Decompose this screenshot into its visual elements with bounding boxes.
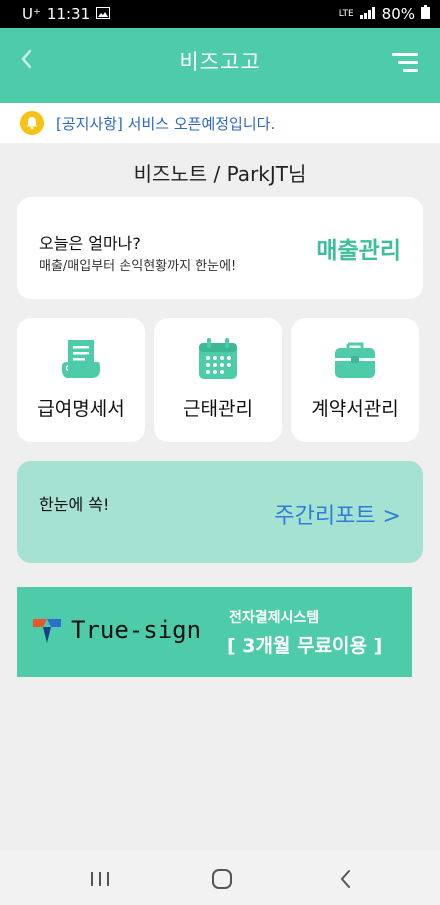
tile-payslip-label: 급여명세서 xyxy=(37,398,125,420)
carrier-label: U⁺ xyxy=(22,5,41,23)
weekly-report-button[interactable]: 주간리포트 > xyxy=(274,498,401,530)
weekly-text: 한눈에 쏙! xyxy=(39,495,110,514)
battery-percent: 80% xyxy=(381,5,415,23)
true-sign-banner[interactable]: True-sign 전자결제시스템 [ 3개월 무료이용 ] xyxy=(17,587,412,677)
hamburger-menu-icon xyxy=(392,53,418,72)
calendar-icon xyxy=(154,336,282,382)
bell-icon xyxy=(20,111,44,135)
sales-management-button[interactable]: 매출관리 xyxy=(316,231,401,265)
clock: 11:31 xyxy=(46,5,91,23)
banner-brand: True-sign xyxy=(71,616,202,644)
sales-subtitle: 매출/매입부터 손익현황까지 한눈에! xyxy=(39,259,237,274)
tile-attendance[interactable]: 근태관리 xyxy=(154,318,282,442)
banner-line2: [ 3개월 무료이용 ] xyxy=(227,635,383,657)
recent-apps-icon xyxy=(91,872,109,886)
tile-payslip[interactable]: 급여명세서 xyxy=(17,318,145,442)
sales-card[interactable]: 오늘은 얼마나? 매출/매입부터 손익현황까지 한눈에! 매출관리 xyxy=(17,197,423,299)
banner-line1: 전자결제시스템 xyxy=(229,610,320,626)
recent-apps-button[interactable] xyxy=(88,868,112,890)
app-header: 비즈고고 xyxy=(0,28,440,103)
status-bar: U⁺ 11:31 LTE 80% xyxy=(0,0,440,28)
signal-icon xyxy=(359,5,376,23)
battery-icon xyxy=(421,5,430,23)
system-nav-bar xyxy=(0,851,440,905)
true-sign-logo-mark xyxy=(33,619,61,643)
back-arrow-icon xyxy=(340,870,350,888)
notice-bar[interactable]: [공지사항] 서비스 오픈예정입니다. xyxy=(0,103,440,143)
tile-attendance-label: 근태관리 xyxy=(183,398,253,420)
true-sign-logo: True-sign xyxy=(31,615,201,645)
image-icon xyxy=(96,5,111,23)
weekly-report-card[interactable]: 한눈에 쏙! 주간리포트 > xyxy=(17,461,423,563)
page-title: 비즈고고 xyxy=(179,50,261,74)
notice-text: [공지사항] 서비스 오픈예정입니다. xyxy=(56,114,276,133)
briefcase-icon xyxy=(291,336,419,382)
user-greeting: 비즈노트 / ParkJT님 xyxy=(133,162,307,186)
system-back-button[interactable] xyxy=(334,868,358,890)
tile-contract-label: 계약서관리 xyxy=(311,398,399,420)
sales-question: 오늘은 얼마나? xyxy=(39,234,141,253)
menu-button[interactable] xyxy=(392,52,418,74)
network-label: LTE xyxy=(338,8,354,19)
home-button[interactable] xyxy=(210,868,234,890)
payslip-icon xyxy=(17,336,145,382)
home-icon xyxy=(212,869,232,889)
tile-contract[interactable]: 계약서관리 xyxy=(291,318,419,442)
